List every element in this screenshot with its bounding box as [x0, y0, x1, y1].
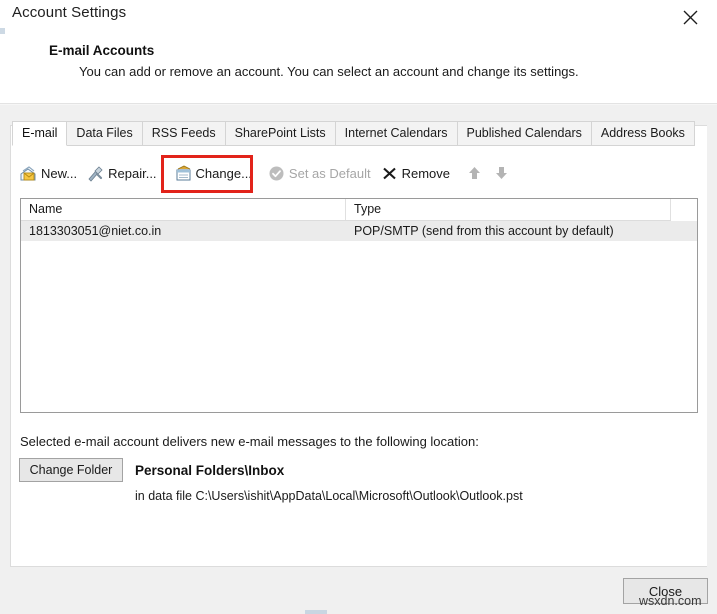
tab-strip: E-mail Data Files RSS Feeds SharePoint L… — [12, 121, 695, 146]
delivery-description: Selected e-mail account delivers new e-m… — [20, 434, 479, 449]
change-button[interactable]: Change... — [172, 162, 259, 185]
accounts-list[interactable]: Name Type 1813303051@niet.co.in POP/SMTP… — [20, 198, 698, 413]
column-header-name[interactable]: Name — [21, 199, 346, 220]
tab-label: RSS Feeds — [151, 126, 216, 140]
arrow-down-icon — [495, 167, 507, 179]
x-remove-icon — [381, 165, 398, 182]
move-up-button[interactable] — [463, 162, 485, 184]
tab-label: Data Files — [76, 126, 133, 140]
set-as-default-label: Set as Default — [288, 165, 371, 181]
move-down-button[interactable] — [490, 162, 512, 184]
tab-label: E-mail — [22, 126, 58, 140]
check-circle-icon — [268, 165, 285, 182]
page-title: Account Settings — [12, 4, 127, 21]
repair-button-label: Repair... — [108, 165, 157, 181]
tab-label: Published Calendars — [466, 126, 582, 140]
watermark: wsxdn.com — [639, 594, 702, 608]
accounts-toolbar: New... Repair... Change... Set as Defaul… — [17, 158, 512, 188]
tab-sharepoint-lists[interactable]: SharePoint Lists — [225, 121, 336, 146]
change-button-label: Change... — [195, 165, 252, 181]
instruction-heading: E-mail Accounts — [49, 43, 155, 58]
remove-button[interactable]: Remove — [378, 162, 457, 185]
account-name: 1813303051@niet.co.in — [29, 224, 162, 238]
arrow-up-icon — [468, 167, 480, 179]
repair-button[interactable]: Repair... — [84, 162, 163, 185]
tab-internet-calendars[interactable]: Internet Calendars — [335, 121, 458, 146]
change-account-icon — [175, 164, 192, 182]
close-x-icon[interactable] — [673, 2, 707, 32]
column-header-type[interactable]: Type — [346, 199, 671, 220]
new-button[interactable]: New... — [17, 162, 84, 185]
delivery-data-file: in data file C:\Users\ishit\AppData\Loca… — [135, 489, 523, 503]
instruction-text: You can add or remove an account. You ca… — [79, 64, 579, 79]
tab-label: Address Books — [600, 126, 685, 140]
tab-address-books[interactable]: Address Books — [591, 121, 695, 146]
set-as-default-button: Set as Default — [265, 162, 378, 185]
table-row[interactable]: 1813303051@niet.co.in POP/SMTP (send fro… — [21, 221, 697, 241]
delivery-folder: Personal Folders\Inbox — [135, 463, 285, 478]
tab-published-calendars[interactable]: Published Calendars — [457, 121, 592, 146]
new-account-icon — [20, 165, 37, 182]
tab-data-files[interactable]: Data Files — [67, 121, 143, 146]
background-artifact — [305, 610, 327, 614]
tab-email[interactable]: E-mail — [12, 121, 68, 146]
tab-label: SharePoint Lists — [234, 126, 326, 140]
account-type: POP/SMTP (send from this account by defa… — [354, 224, 614, 238]
repair-tools-icon — [87, 165, 104, 182]
tab-rss-feeds[interactable]: RSS Feeds — [142, 121, 226, 146]
accounts-list-header: Name Type — [21, 199, 671, 221]
instruction-band: E-mail Accounts You can add or remove an… — [0, 34, 717, 103]
new-button-label: New... — [41, 165, 78, 181]
change-folder-button[interactable]: Change Folder — [19, 458, 123, 482]
remove-button-label: Remove — [401, 165, 450, 181]
tab-label: Internet Calendars — [344, 126, 448, 140]
